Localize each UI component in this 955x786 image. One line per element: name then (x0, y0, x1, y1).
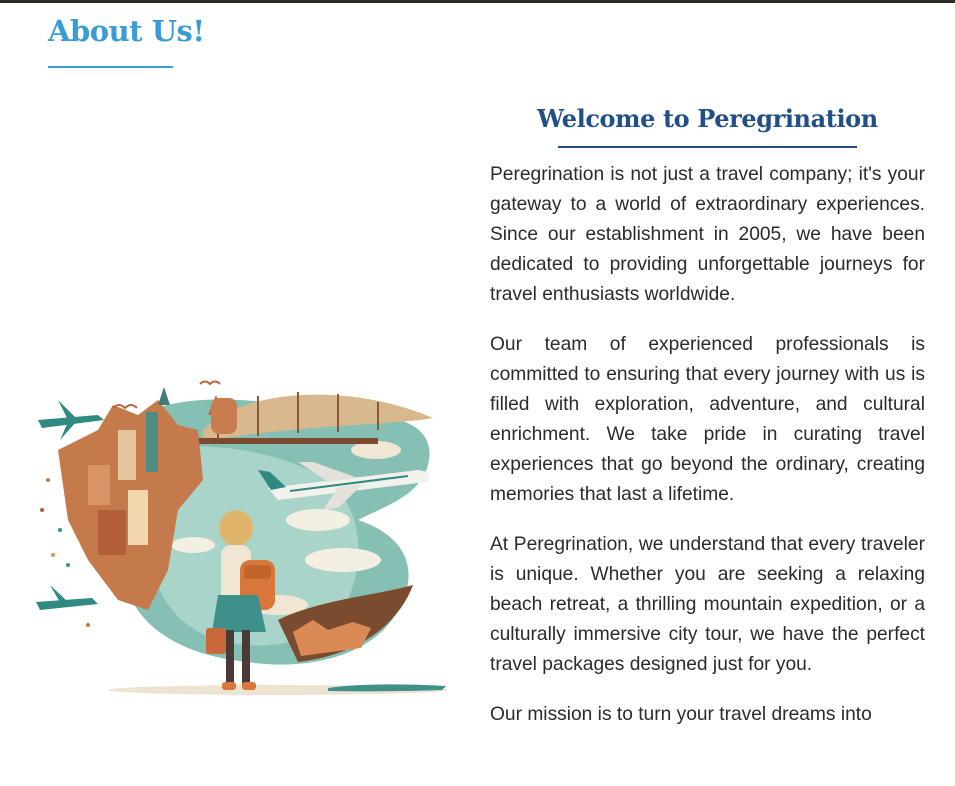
page-title: About Us! (48, 14, 205, 48)
welcome-title: Welcome to Peregrination (537, 104, 878, 133)
traveler-illustration (36, 380, 448, 695)
team-paragraph: Our team of experienced professionals is… (490, 334, 925, 505)
intro-paragraph: Peregrination is not just a travel compa… (490, 164, 925, 305)
title-underline (48, 66, 173, 68)
about-content: Peregrination is not just a travel compa… (490, 160, 925, 750)
welcome-title-underline (558, 146, 857, 148)
unique-traveler-paragraph: At Peregrination, we understand that eve… (490, 534, 925, 675)
mission-paragraph: Our mission is to turn your travel dream… (490, 704, 872, 725)
top-bar (0, 0, 955, 3)
